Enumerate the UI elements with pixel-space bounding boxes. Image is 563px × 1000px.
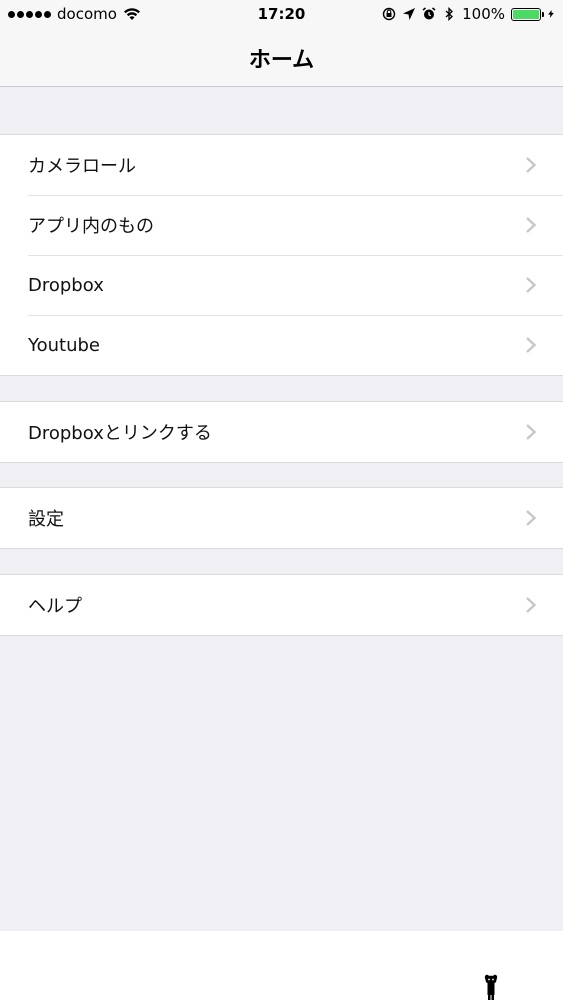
status-bar: docomo 17:20 100%: [0, 0, 563, 30]
status-bar-right: 100%: [382, 5, 555, 23]
chevron-right-icon: [526, 337, 537, 353]
chevron-right-icon: [526, 424, 537, 440]
menu-group-settings: 設定: [0, 487, 563, 549]
rotation-lock-icon: [382, 7, 396, 21]
chevron-right-icon: [526, 157, 537, 173]
menu-item-label: アプリ内のもの: [28, 216, 154, 237]
menu-item-label: 設定: [28, 509, 64, 530]
menu-item-in-app[interactable]: アプリ内のもの: [0, 195, 563, 255]
chevron-right-icon: [526, 217, 537, 233]
menu-item-settings[interactable]: 設定: [0, 488, 563, 548]
menu-item-label: カメラロール: [28, 156, 136, 177]
chevron-right-icon: [526, 597, 537, 613]
menu-item-label: Dropbox: [28, 274, 104, 296]
menu-group-help: ヘルプ: [0, 574, 563, 636]
menu-item-youtube[interactable]: Youtube: [0, 315, 563, 375]
page-title: ホーム: [248, 48, 315, 73]
battery-fill: [513, 9, 539, 19]
menu-group-media: カメラロール アプリ内のもの Dropbox Youtube: [0, 134, 563, 376]
menu-item-help[interactable]: ヘルプ: [0, 575, 563, 635]
alarm-icon: [422, 7, 436, 20]
chevron-right-icon: [526, 510, 537, 526]
menu-item-dropbox[interactable]: Dropbox: [0, 255, 563, 315]
chevron-right-icon: [526, 277, 537, 293]
mascot-icon: [484, 974, 498, 1000]
bottom-banner: [0, 931, 563, 1000]
menu-item-label: Dropboxとリンクする: [28, 423, 212, 444]
menu-group-dropbox-link: Dropboxとリンクする: [0, 401, 563, 463]
location-arrow-icon: [403, 8, 416, 20]
bluetooth-icon: [445, 7, 454, 21]
battery-percent: 100%: [462, 5, 505, 23]
menu-item-label: Youtube: [28, 334, 100, 356]
battery-icon: [511, 7, 544, 21]
menu-item-link-dropbox[interactable]: Dropboxとリンクする: [0, 402, 563, 462]
navigation-bar: ホーム: [0, 30, 563, 87]
charging-bolt-icon: [548, 10, 554, 18]
menu-item-camera-roll[interactable]: カメラロール: [0, 135, 563, 195]
menu-item-label: ヘルプ: [28, 596, 82, 617]
